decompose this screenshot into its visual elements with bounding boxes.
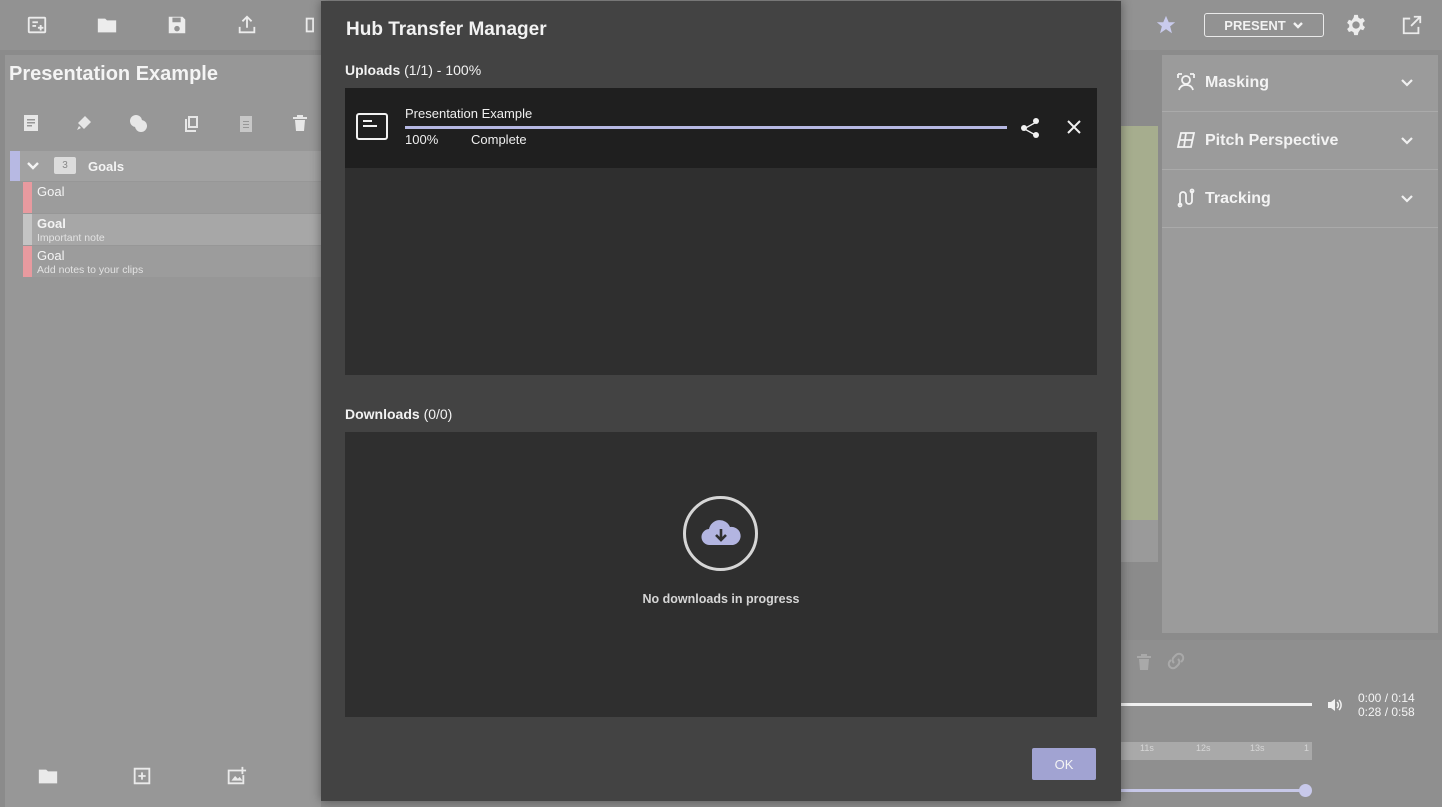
- ruler-tick: 1: [1304, 743, 1310, 753]
- clip-item[interactable]: Goal: [23, 182, 321, 213]
- volume-icon[interactable]: [1326, 696, 1344, 714]
- ruler-tick: 12s: [1196, 743, 1211, 753]
- clip-note: Important note: [37, 232, 105, 244]
- clip-item[interactable]: Goal Important note: [23, 214, 321, 245]
- pitch-icon: [1176, 130, 1198, 152]
- paste-icon[interactable]: [236, 113, 258, 135]
- trash-icon[interactable]: [1134, 652, 1154, 672]
- hub-transfer-dialog: Hub Transfer Manager Uploads (1/1) - 100…: [321, 1, 1121, 801]
- left-panel: Presentation Example 3 Goals Goal Goal I…: [5, 55, 321, 807]
- ruler-tick: 13s: [1250, 743, 1265, 753]
- downloads-label: Downloads: [345, 406, 420, 422]
- video-preview: [1120, 126, 1158, 520]
- right-panel: Masking Pitch Perspective Tracking: [1162, 55, 1438, 633]
- total-time: 0:28 / 0:58: [1358, 705, 1415, 719]
- cloud-download-icon: [683, 496, 758, 571]
- chevron-down-icon[interactable]: [1400, 134, 1414, 148]
- ruler-tick: 11s: [1140, 743, 1154, 753]
- playback-slider[interactable]: [1120, 703, 1312, 706]
- tracking-section[interactable]: Tracking: [1162, 171, 1438, 228]
- upload-item[interactable]: Presentation Example 100% Complete: [345, 88, 1097, 168]
- clip-time: 0:00 / 0:14: [1358, 691, 1415, 705]
- star-icon[interactable]: [1154, 13, 1178, 37]
- app-background: PRESENT Presentation Example 3 Goals Goa…: [0, 0, 1442, 807]
- masking-icon: [1176, 72, 1198, 94]
- empty-downloads-message: No downloads in progress: [642, 592, 800, 606]
- clip-title: Goal: [37, 248, 65, 263]
- video-preview-bottom: [1120, 520, 1158, 562]
- chevron-down-icon: [1292, 22, 1303, 29]
- chevron-down-icon[interactable]: [1400, 76, 1414, 90]
- share-icon[interactable]: [1019, 117, 1041, 139]
- uploads-header: Uploads (1/1) - 100%: [345, 62, 481, 78]
- external-link-icon[interactable]: [1400, 13, 1424, 37]
- copy-icon[interactable]: [182, 113, 204, 135]
- save-icon[interactable]: [165, 13, 189, 37]
- present-label: PRESENT: [1224, 17, 1286, 33]
- folder-icon[interactable]: [37, 765, 61, 789]
- upload-percent: 100%: [405, 132, 439, 147]
- upload-progress-fill: [405, 126, 1007, 129]
- chevron-down-icon[interactable]: [1400, 192, 1414, 206]
- folder-icon[interactable]: [95, 13, 119, 37]
- section-label: Pitch Perspective: [1205, 132, 1339, 149]
- pitch-perspective-section[interactable]: Pitch Perspective: [1162, 113, 1438, 170]
- clip-title: Goal: [37, 184, 65, 199]
- circles-icon[interactable]: [128, 113, 150, 135]
- paint-icon[interactable]: [74, 113, 96, 135]
- trash-icon[interactable]: [290, 113, 312, 135]
- dialog-title: Hub Transfer Manager: [346, 19, 547, 40]
- uploads-label: Uploads: [345, 62, 401, 78]
- notes-icon[interactable]: [21, 113, 43, 135]
- zoom-slider-track[interactable]: [1120, 789, 1306, 792]
- section-label: Masking: [1205, 74, 1270, 91]
- present-button[interactable]: PRESENT: [1204, 13, 1324, 37]
- zoom-slider-handle[interactable]: [1299, 784, 1312, 797]
- upload-name: Presentation Example: [405, 106, 533, 121]
- uploads-count: (1/1) - 100%: [404, 62, 482, 78]
- chevron-down-icon[interactable]: [26, 159, 40, 173]
- gear-icon[interactable]: [1344, 13, 1368, 37]
- link-icon[interactable]: [1166, 651, 1186, 671]
- group-count-badge: 3: [54, 157, 76, 174]
- timeline-ruler[interactable]: 11s 12s 13s 1: [1120, 742, 1312, 760]
- upload-icon[interactable]: [235, 13, 259, 37]
- masking-section[interactable]: Masking: [1162, 55, 1438, 112]
- downloads-header: Downloads (0/0): [345, 406, 452, 422]
- close-icon[interactable]: [1065, 118, 1083, 136]
- presentation-icon: [355, 111, 389, 143]
- clip-item[interactable]: Goal Add notes to your clips: [23, 246, 321, 277]
- add-clip-icon[interactable]: [131, 765, 155, 789]
- clip-note: Add notes to your clips: [37, 264, 144, 276]
- upload-status: Complete: [471, 132, 527, 147]
- group-label: Goals: [88, 159, 125, 174]
- downloads-count: (0/0): [423, 406, 453, 422]
- new-note-icon[interactable]: [25, 13, 49, 37]
- presentation-title: Presentation Example: [9, 63, 218, 85]
- section-label: Tracking: [1205, 190, 1271, 207]
- clip-toolbar: [5, 111, 321, 139]
- clip-title: Goal: [37, 216, 66, 231]
- uploads-list: Presentation Example 100% Complete: [345, 88, 1097, 375]
- upload-progress-bar: [405, 126, 1007, 129]
- clip-group-row[interactable]: 3 Goals: [10, 151, 321, 181]
- add-image-icon[interactable]: [225, 765, 249, 789]
- downloads-list: No downloads in progress: [345, 432, 1097, 717]
- tracking-icon: [1176, 188, 1198, 210]
- ok-button[interactable]: OK: [1032, 748, 1096, 780]
